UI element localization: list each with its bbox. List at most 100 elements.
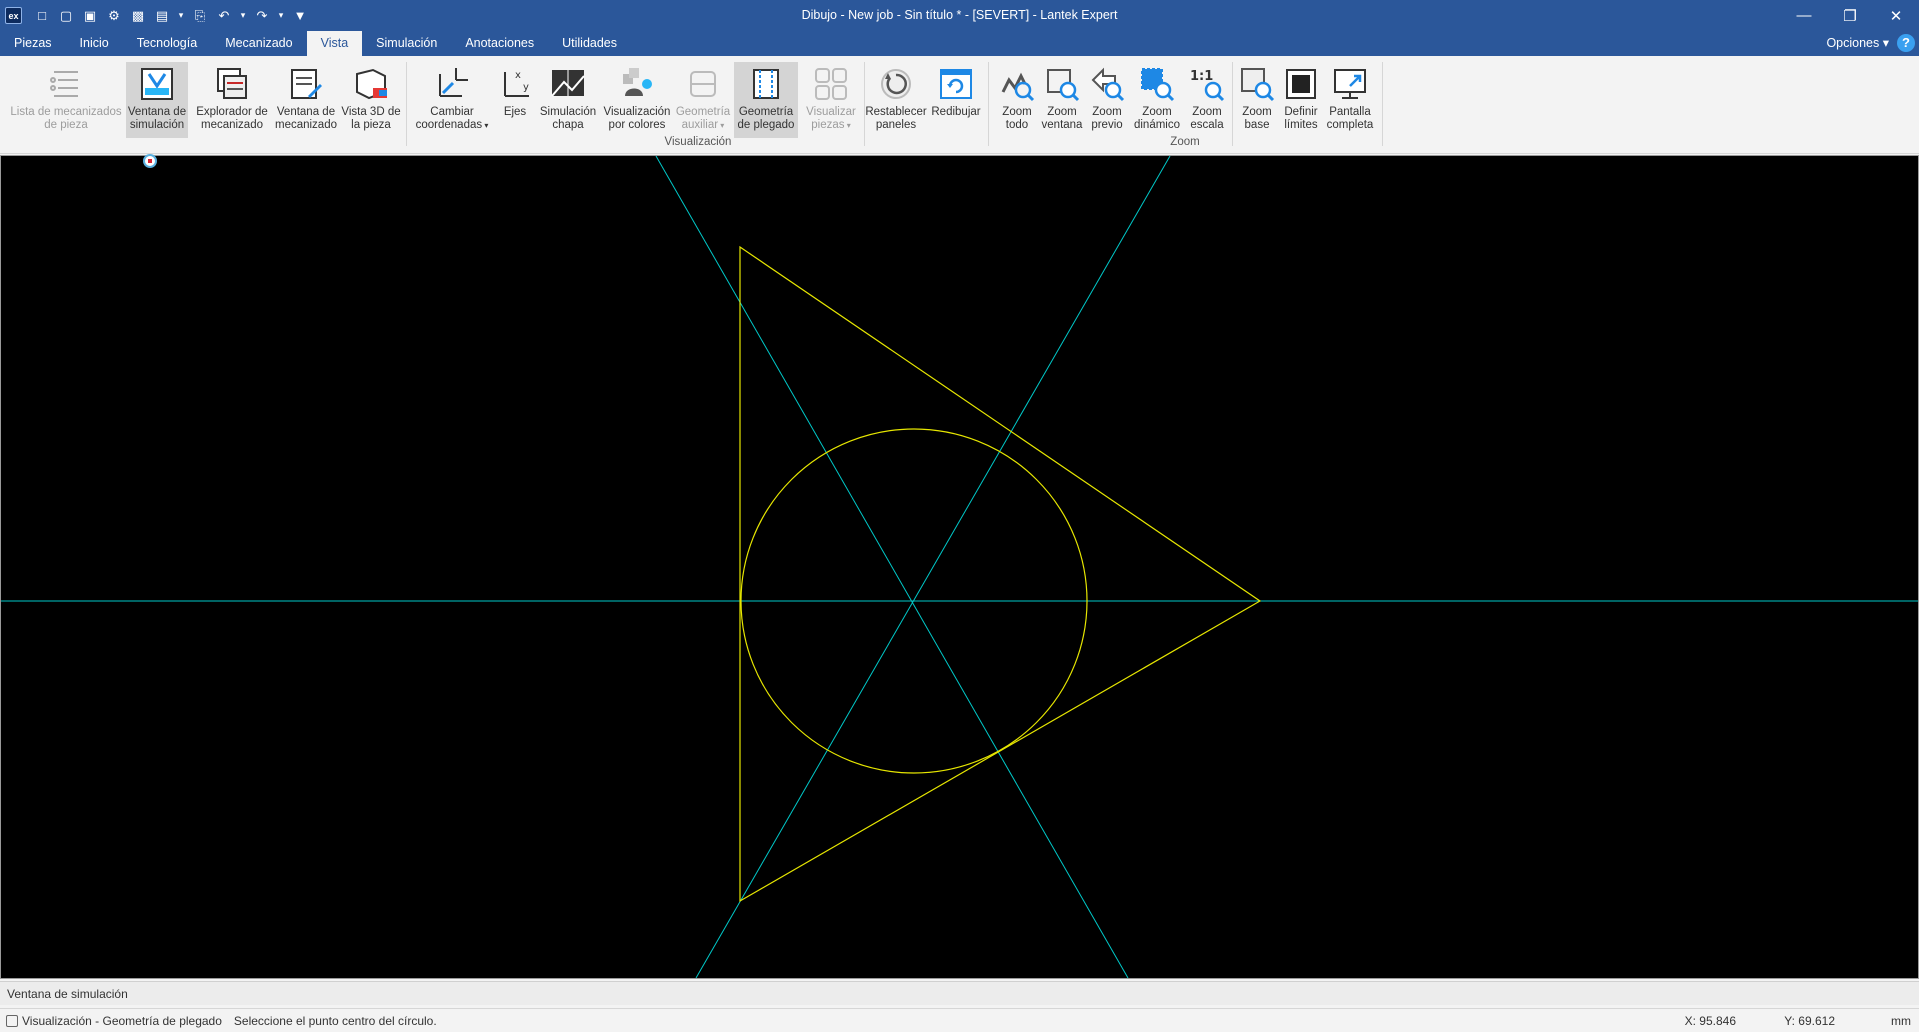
bend-geometry-icon — [746, 64, 786, 104]
view-parts-button[interactable]: Visualizar piezas ▾ — [800, 62, 862, 138]
zoom-window-icon — [1042, 64, 1082, 104]
tab-inicio[interactable]: Inicio — [66, 31, 123, 56]
tab-anotaciones[interactable]: Anotaciones — [451, 31, 548, 56]
sheet-simulation-button[interactable]: Simulación chapa — [536, 62, 600, 138]
tab-tecnologia[interactable]: Tecnología — [123, 31, 211, 56]
save-as-dropdown-icon[interactable]: ▾ — [176, 6, 186, 26]
color-view-label: Visualización por colores — [603, 106, 671, 131]
dropdown-caret-icon: ▾ — [718, 121, 725, 130]
panel-title: Ventana de simulación — [0, 981, 1919, 1005]
zoom-scale-button[interactable]: 1:1 Zoom escala — [1184, 62, 1230, 138]
open-recent-icon[interactable]: ▣ — [80, 6, 100, 26]
machining-window-button[interactable]: Ventana de mecanizado — [272, 62, 340, 138]
group-label-zoom: Zoom — [1170, 136, 1200, 148]
redraw-icon — [936, 64, 976, 104]
view-parts-label: Visualizar piezas ▾ — [806, 106, 856, 131]
color-view-button[interactable]: Visualización por colores — [600, 62, 674, 138]
part-3d-view-button[interactable]: Vista 3D de la pieza — [340, 62, 402, 138]
redo-dropdown-icon[interactable]: ▾ — [276, 6, 286, 26]
machining-window-icon — [286, 64, 326, 104]
machining-explorer-button[interactable]: Explorador de mecanizado — [194, 62, 270, 138]
zoom-scale-label: Zoom escala — [1190, 106, 1224, 131]
axis-lines — [1, 156, 1918, 978]
drawing-svg — [1, 156, 1918, 978]
units-label: mm — [1891, 1014, 1911, 1028]
zoom-all-button[interactable]: Zoom todo — [994, 62, 1040, 138]
change-coordinates-label: Cambiar coordenadas ▾ — [415, 106, 489, 131]
full-screen-label: Pantalla completa — [1326, 106, 1374, 131]
redraw-label: Redibujar — [931, 106, 981, 118]
sheet-simulation-icon — [548, 64, 588, 104]
status-prompt: Seleccione el punto centro del círculo. — [233, 1013, 437, 1028]
zoom-previous-label: Zoom previo — [1091, 106, 1123, 131]
quick-access-toolbar: □ ▢ ▣ ⚙ ▩ ▤ ▾ ⎘ ↶ ▾ ↷ ▾ ▼ — [32, 6, 310, 26]
part-3d-view-icon — [351, 64, 391, 104]
redraw-button[interactable]: Redibujar — [928, 62, 984, 138]
ribbon-separator — [1382, 62, 1383, 146]
zoom-base-label: Zoom base — [1242, 106, 1272, 131]
new-icon[interactable]: □ — [32, 6, 52, 26]
open-icon[interactable]: ▢ — [56, 6, 76, 26]
close-icon[interactable]: ✕ — [1873, 0, 1919, 31]
define-limits-button[interactable]: Definir límites — [1278, 62, 1324, 138]
bend-geometry-button[interactable]: Geometría de plegado — [734, 62, 798, 138]
tab-simulacion[interactable]: Simulación — [362, 31, 451, 56]
customize-toolbar-icon[interactable]: ▼ — [290, 6, 310, 26]
zoom-previous-button[interactable]: Zoom previo — [1084, 62, 1130, 138]
zoom-all-label: Zoom todo — [1002, 106, 1032, 131]
svg-text:y: y — [523, 82, 529, 93]
axes-button[interactable]: xy Ejes — [492, 62, 538, 138]
machining-list-label: Lista de mecanizados de pieza — [10, 106, 122, 131]
zoom-scale-icon: 1:1 — [1187, 64, 1227, 104]
save-icon[interactable]: ▩ — [128, 6, 148, 26]
ribbon-separator — [988, 62, 989, 146]
dropdown-caret-icon: ▾ — [844, 121, 851, 130]
minimize-icon[interactable]: — — [1781, 0, 1827, 31]
undo-dropdown-icon[interactable]: ▾ — [238, 6, 248, 26]
ribbon-separator — [1232, 62, 1233, 146]
app-logo-icon[interactable]: ex — [5, 7, 22, 24]
restore-icon[interactable]: ❐ — [1827, 0, 1873, 31]
cursor-x-coordinate: X: 95.846 — [1684, 1014, 1736, 1028]
machining-explorer-label: Explorador de mecanizado — [196, 106, 268, 131]
group-label-visualizacion: Visualización — [664, 136, 732, 148]
simulation-window-button[interactable]: Ventana de simulación — [126, 62, 188, 138]
svg-text:x: x — [515, 70, 521, 81]
dropdown-caret-icon: ▾ — [482, 121, 489, 130]
full-screen-button[interactable]: Pantalla completa — [1322, 62, 1378, 138]
zoom-window-button[interactable]: Zoom ventana — [1038, 62, 1086, 138]
tab-piezas[interactable]: Piezas — [0, 31, 66, 56]
auxiliary-geometry-icon — [683, 64, 723, 104]
undo-icon[interactable]: ↶ — [214, 6, 234, 26]
machining-list-icon — [46, 64, 86, 104]
zoom-dynamic-button[interactable]: Zoom dinámico — [1130, 62, 1184, 138]
zoom-base-button[interactable]: Zoom base — [1234, 62, 1280, 138]
triangle-outline[interactable] — [739, 245, 1262, 903]
save-as-icon[interactable]: ▤ — [152, 6, 172, 26]
reset-panels-button[interactable]: Restablecer paneles — [864, 62, 928, 138]
bend-geometry-label: Geometría de plegado — [737, 106, 795, 131]
help-icon[interactable]: ? — [1897, 34, 1915, 52]
machining-window-label: Ventana de mecanizado — [274, 106, 337, 131]
tab-mecanizado[interactable]: Mecanizado — [211, 31, 306, 56]
title-bar: ex □ ▢ ▣ ⚙ ▩ ▤ ▾ ⎘ ↶ ▾ ↷ ▾ ▼ Dibujo - Ne… — [0, 0, 1919, 31]
simulation-canvas[interactable] — [0, 155, 1919, 979]
status-bar: Visualización - Geometría de plegado Sel… — [0, 1008, 1919, 1032]
options-label: Opciones — [1826, 36, 1880, 50]
color-view-icon — [617, 64, 657, 104]
zoom-window-label: Zoom ventana — [1041, 106, 1083, 131]
auxiliary-geometry-button[interactable]: Geometría auxiliar ▾ — [672, 62, 734, 138]
zoom-previous-icon — [1087, 64, 1127, 104]
tab-vista[interactable]: Vista — [306, 31, 363, 56]
tab-utilidades[interactable]: Utilidades — [548, 31, 631, 56]
machining-explorer-icon — [212, 64, 252, 104]
ribbon: Lista de mecanizados de pieza Ventana de… — [0, 56, 1919, 154]
options-menu[interactable]: Opciones ▾ — [1826, 31, 1889, 56]
change-coordinates-button[interactable]: Cambiar coordenadas ▾ — [410, 62, 494, 138]
machining-list-button[interactable]: Lista de mecanizados de pieza — [6, 62, 126, 138]
redo-icon[interactable]: ↷ — [252, 6, 272, 26]
sheet-simulation-label: Simulación chapa — [539, 106, 597, 131]
print-icon[interactable]: ⎘ — [190, 6, 210, 26]
simulation-window-label: Ventana de simulación — [127, 106, 187, 131]
settings-icon[interactable]: ⚙ — [104, 6, 124, 26]
